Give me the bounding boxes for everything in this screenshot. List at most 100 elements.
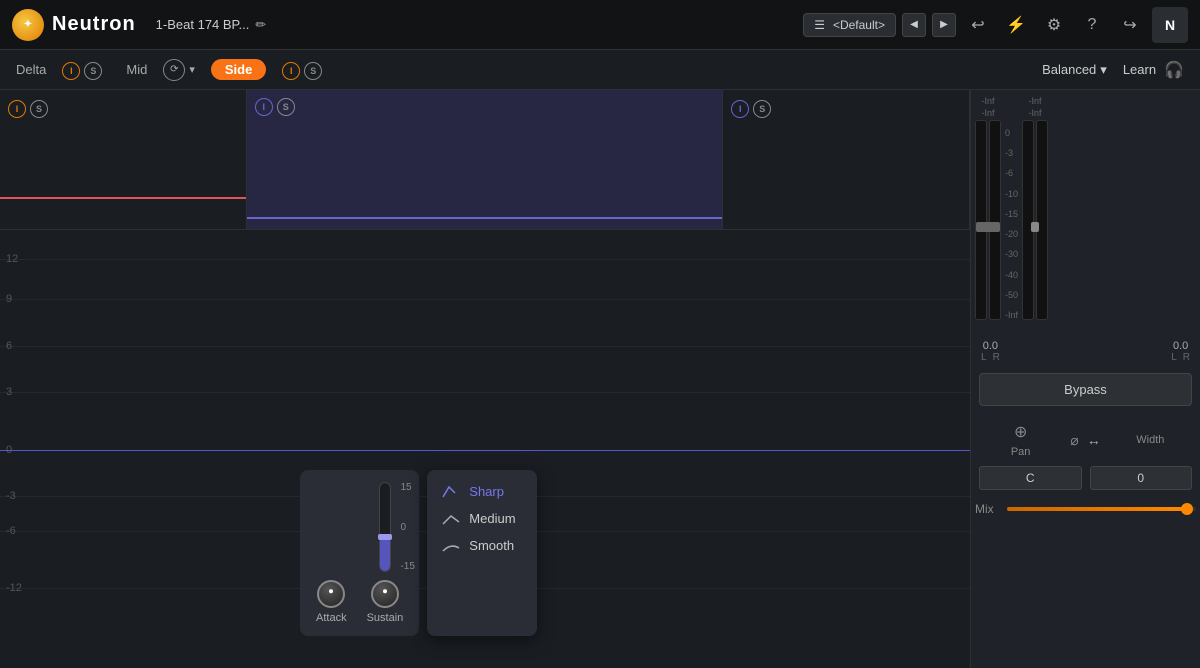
routing-area: ⟳ ▾ xyxy=(163,59,195,81)
undo-button[interactable]: ↪ xyxy=(1114,9,1146,41)
preset-selector[interactable]: ☰ <Default> xyxy=(803,13,896,37)
fader2-thumb[interactable] xyxy=(1031,222,1039,232)
sustain-slider-track[interactable] xyxy=(379,482,391,572)
grid-label-3: 3 xyxy=(6,386,12,398)
grid-label-6: 6 xyxy=(6,340,12,352)
history-button[interactable]: ↩ xyxy=(962,9,994,41)
meter-val-right: 0.0 L R xyxy=(1171,340,1190,363)
side-power-icon[interactable]: I xyxy=(282,62,300,80)
preset-list-icon: ☰ xyxy=(814,18,825,32)
band3-strip-icons: I S xyxy=(731,100,771,118)
band-3: I S xyxy=(723,90,970,229)
prev-preset-button[interactable]: ◀ xyxy=(902,13,926,37)
scale-n6: -6 xyxy=(1005,168,1018,178)
band1-solo-icon[interactable]: S xyxy=(84,62,102,80)
band3-strip-power[interactable]: I xyxy=(731,100,749,118)
help-button[interactable]: ? xyxy=(1076,9,1108,41)
width-icon: ↔ xyxy=(1087,432,1101,448)
side-button[interactable]: Side xyxy=(211,59,266,80)
sustain-slider-thumb[interactable] xyxy=(378,534,392,540)
sustain-slider-wrapper: 15 0 -15 xyxy=(379,482,391,572)
sustain-knob[interactable] xyxy=(371,580,399,608)
lightning-button[interactable]: ⚡ xyxy=(1000,9,1032,41)
routing-icon[interactable]: ⟳ xyxy=(163,59,185,81)
lr-right-L: L xyxy=(1171,352,1177,363)
band1-red-line xyxy=(0,197,246,199)
bypass-button[interactable]: Bypass xyxy=(979,373,1192,406)
right-panel: -Inf -Inf 0 -3 -6 xyxy=(970,90,1200,668)
mix-thumb[interactable] xyxy=(1181,503,1193,515)
side-icons: I S xyxy=(282,62,322,80)
inf-labels-1: -Inf xyxy=(981,96,994,106)
scale-n10: -10 xyxy=(1005,189,1018,199)
inf-label-1: -Inf xyxy=(981,96,994,106)
routing-arrow: ▾ xyxy=(189,63,195,76)
scale-n30: -30 xyxy=(1005,249,1018,259)
grid-line-9 xyxy=(0,299,970,300)
band2-strip-power[interactable]: I xyxy=(255,98,273,116)
balanced-dropdown[interactable]: Balanced ▾ xyxy=(1042,62,1107,78)
band-strips: I S I S I S xyxy=(0,90,970,230)
fader4-track[interactable] xyxy=(1036,120,1048,320)
meter-val1: 0.0 xyxy=(983,340,998,352)
popup-container: Attack 15 0 xyxy=(300,470,537,636)
shape-dropdown-menu: Sharp Medium xyxy=(427,470,537,636)
scale-n3: -3 xyxy=(1005,148,1018,158)
fader1-thumb[interactable] xyxy=(976,222,1000,232)
sustain-item: 15 0 -15 Sustain xyxy=(367,482,404,624)
side-solo-icon[interactable]: S xyxy=(304,62,322,80)
inf-labels-3: -Inf xyxy=(1029,96,1042,106)
null-icon: ⌀ xyxy=(1070,432,1078,449)
band-1: I S xyxy=(0,90,247,229)
band1-strip-solo[interactable]: S xyxy=(30,100,48,118)
menu-item-smooth[interactable]: Smooth xyxy=(427,532,537,559)
zero-blue-line xyxy=(0,450,970,452)
grid-line-6 xyxy=(0,346,970,347)
smooth-label: Smooth xyxy=(469,538,514,553)
grid-label-12: 12 xyxy=(6,253,18,265)
menu-item-medium[interactable]: Medium xyxy=(427,505,537,532)
meters-faders-section: -Inf -Inf 0 -3 -6 xyxy=(971,90,1200,338)
band3-strip-solo[interactable]: S xyxy=(753,100,771,118)
inf-label-3: -Inf xyxy=(1029,96,1042,106)
settings-button[interactable]: ⚙ xyxy=(1038,9,1070,41)
attack-knob[interactable] xyxy=(317,580,345,608)
width-value[interactable]: 0 xyxy=(1090,466,1193,490)
band1-power-icon[interactable]: I xyxy=(62,62,80,80)
band1-strip-icons: I S xyxy=(8,100,48,118)
pan-icon: ⊕ xyxy=(1014,422,1027,442)
width-item: Width xyxy=(1109,434,1192,446)
delta-label: Delta xyxy=(16,62,46,77)
sustain-slider-fill xyxy=(380,536,390,571)
grid-area: 12 9 6 3 0 -3 -6 -12 -24 -48 xyxy=(0,230,970,668)
learn-button[interactable]: Learn xyxy=(1123,62,1156,77)
band1-strip-power[interactable]: I xyxy=(8,100,26,118)
mix-fill xyxy=(1007,507,1187,511)
next-preset-button[interactable]: ▶ xyxy=(932,13,956,37)
preset-name: 1-Beat 174 BP... xyxy=(156,17,250,32)
pan-width-icons-row: ⊕ Pan ⌀ ↔ Width xyxy=(979,422,1192,458)
band2-strip-icons: I S xyxy=(255,98,295,116)
fader1-track[interactable] xyxy=(975,120,987,320)
mix-row: Mix xyxy=(971,502,1200,516)
inf-labels-4: -Inf xyxy=(1029,108,1042,118)
band2-strip-solo[interactable]: S xyxy=(277,98,295,116)
mix-track[interactable] xyxy=(1007,507,1196,511)
grid-label-n3: -3 xyxy=(6,490,16,502)
menu-item-sharp[interactable]: Sharp xyxy=(427,478,537,505)
pan-value[interactable]: C xyxy=(979,466,1082,490)
headphone-icon[interactable]: 🎧 xyxy=(1164,60,1184,80)
meter-val2: 0.0 xyxy=(1173,340,1188,352)
scale-n15: -15 xyxy=(1005,209,1018,219)
app-name: Neutron xyxy=(52,13,136,36)
inf-label-4: -Inf xyxy=(1029,108,1042,118)
lr-right-R: R xyxy=(1183,352,1190,363)
fader3-tracks xyxy=(1022,120,1048,320)
fader2-track[interactable] xyxy=(989,120,1001,320)
fader3-track[interactable] xyxy=(1022,120,1034,320)
fader1-tracks xyxy=(975,120,1001,320)
null-width-icons: ⌀ ↔ xyxy=(1070,432,1100,449)
edit-preset-icon[interactable]: ✏ xyxy=(255,17,266,33)
scale-0: 0 xyxy=(1005,128,1018,138)
slider-top-label: 15 xyxy=(400,482,414,493)
